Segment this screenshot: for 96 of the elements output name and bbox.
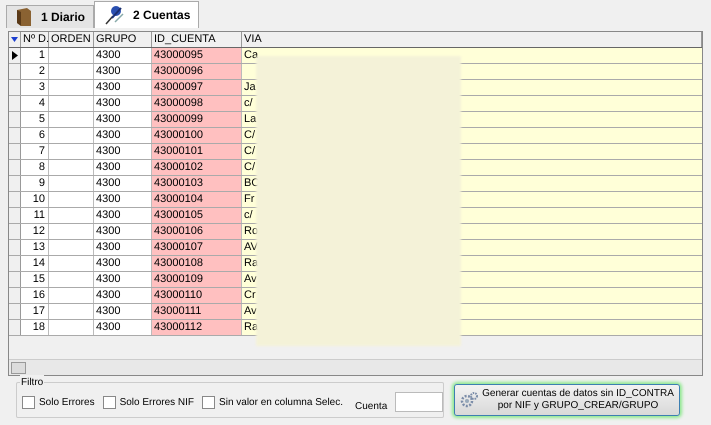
table-cell — [49, 48, 94, 63]
checkbox[interactable] — [22, 396, 35, 408]
table-cell — [49, 144, 94, 159]
table-cell: 4300 — [94, 224, 152, 239]
table-cell: 7 — [21, 144, 49, 159]
table-cell: 13 — [21, 240, 49, 255]
table-cell: 4300 — [94, 208, 152, 223]
horizontal-scrollbar[interactable] — [9, 359, 702, 375]
table-cell — [49, 208, 94, 223]
table-cell: 11 — [21, 208, 49, 223]
gears-icon — [459, 392, 479, 408]
table-cell: 4300 — [94, 144, 152, 159]
table-cell: 6 — [21, 128, 49, 143]
table-cell: 14 — [21, 256, 49, 271]
table-cell: 4300 — [94, 304, 152, 319]
column-header[interactable]: Nº D. — [21, 32, 49, 47]
table-cell: 43000112 — [152, 320, 242, 335]
column-header[interactable]: VIA — [242, 32, 702, 47]
column-header[interactable]: ORDEN — [49, 32, 94, 47]
table-cell: 8 — [21, 160, 49, 175]
table-cell — [49, 272, 94, 287]
table-cell: 4300 — [94, 176, 152, 191]
row-indicator[interactable] — [9, 48, 21, 63]
table-cell: 43000107 — [152, 240, 242, 255]
table-cell: 43000100 — [152, 128, 242, 143]
table-cell: 43000105 — [152, 208, 242, 223]
table-cell: 4300 — [94, 192, 152, 207]
sort-arrow-icon — [11, 37, 18, 42]
table-cell: 5 — [21, 112, 49, 127]
pushpin-icon — [103, 4, 126, 26]
table-cell: 43000110 — [152, 288, 242, 303]
table-cell: 18 — [21, 320, 49, 335]
table-cell — [49, 304, 94, 319]
table-cell: 43000108 — [152, 256, 242, 271]
checkbox-label: Solo Errores — [39, 396, 95, 410]
tab[interactable]: 1 Diario — [6, 5, 94, 28]
table-cell: 4300 — [94, 320, 152, 335]
tab[interactable]: 2 Cuentas — [94, 1, 200, 28]
checkbox-label: Sin valor en columna Selec. — [219, 396, 344, 410]
table-cell: 4300 — [94, 160, 152, 175]
checkbox[interactable] — [102, 396, 116, 408]
table-cell: 15 — [21, 272, 49, 287]
table-cell: 43000104 — [152, 192, 242, 207]
table-cell — [49, 192, 94, 207]
table-cell — [49, 128, 94, 143]
checkbox-label: Solo Errores NIF — [120, 396, 194, 410]
table-cell — [49, 160, 94, 175]
book-icon — [15, 7, 33, 27]
table-cell: 43000102 — [152, 160, 242, 175]
table-cell — [49, 64, 94, 79]
table-cell: 17 — [21, 304, 49, 319]
table-cell: 43000106 — [152, 224, 242, 239]
table-cell — [49, 112, 94, 127]
table-cell — [49, 256, 94, 271]
table-cell: 43000109 — [152, 272, 242, 287]
table-cell — [49, 96, 94, 111]
table-cell: 4300 — [94, 80, 152, 95]
table-cell: 43000096 — [152, 64, 242, 79]
table-cell — [49, 176, 94, 191]
table-cell — [49, 288, 94, 303]
table-cell: 1 — [21, 48, 49, 63]
table-cell: 4300 — [94, 48, 152, 63]
field-label: Cuenta — [355, 400, 388, 414]
table-cell: 43000098 — [152, 96, 242, 111]
table-cell: 4300 — [94, 240, 152, 255]
table-cell: 43000099 — [152, 112, 242, 127]
table-cell — [49, 240, 94, 255]
table-cell: 12 — [21, 224, 49, 239]
table-cell: 43000095 — [152, 48, 242, 63]
current-row-icon — [12, 51, 18, 60]
table-cell: 4300 — [94, 64, 152, 79]
table-cell: 4300 — [94, 288, 152, 303]
table-cell: 43000097 — [152, 80, 242, 95]
table-cell — [49, 224, 94, 239]
table-cell: 4300 — [94, 256, 152, 271]
column-header[interactable]: GRUPO — [94, 32, 152, 47]
scroll-thumb[interactable] — [11, 362, 26, 374]
table-cell: 16 — [21, 288, 49, 303]
table-cell — [49, 80, 94, 95]
table-cell: 4 — [21, 96, 49, 111]
generate-button[interactable]: Generar cuentas de datos sin ID_CONTRA por NIF y GRUPO_CREAR/GRUPO — [454, 384, 680, 416]
column-header[interactable]: ID_CUENTA — [152, 32, 242, 47]
table-cell: 43000111 — [152, 304, 242, 319]
cuenta-field[interactable] — [395, 392, 444, 412]
table-cell: 2 — [21, 64, 49, 79]
table-cell: 43000103 — [152, 176, 242, 191]
table-cell: 4300 — [94, 112, 152, 127]
table-cell: 9 — [21, 176, 49, 191]
table-cell: 4300 — [94, 128, 152, 143]
table-cell: 43000101 — [152, 144, 242, 159]
table-cell: 4300 — [94, 96, 152, 111]
table-cell: 10 — [21, 192, 49, 207]
checkbox[interactable] — [202, 396, 216, 408]
table-cell: 3 — [21, 80, 49, 95]
table-cell: 4300 — [94, 272, 152, 287]
table-cell — [49, 320, 94, 335]
